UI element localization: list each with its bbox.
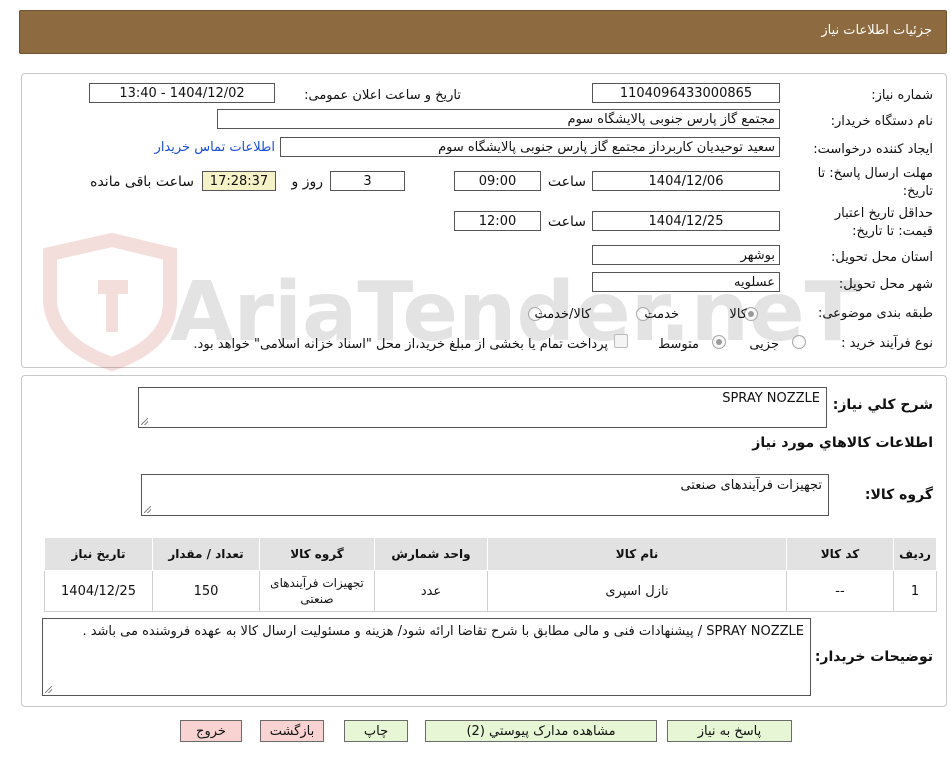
resize-grip-icon[interactable] <box>45 686 52 693</box>
time-remaining-field: 17:28:37 <box>202 171 276 191</box>
category-option-goods-service: کالا/خدمت <box>534 307 591 322</box>
cell-row-number: 1 <box>893 570 937 612</box>
back-button[interactable]: بازگشت <box>260 720 324 742</box>
col-quantity: تعداد / مقدار <box>152 537 260 571</box>
buyer-notes-label: توضيحات خريدار: <box>814 649 933 665</box>
print-button[interactable]: چاپ <box>344 720 408 742</box>
city-field: عسلویه <box>592 272 780 292</box>
col-row-number: رديف <box>893 537 937 571</box>
days-remaining-field: 3 <box>330 171 405 191</box>
time-remaining-label: ساعت باقی مانده <box>90 174 194 190</box>
category-option-service: خدمت <box>644 307 679 322</box>
reply-deadline-date: 1404/12/06 <box>592 171 780 191</box>
exit-button[interactable]: خروج <box>180 720 242 742</box>
process-radio-minor[interactable] <box>792 335 806 349</box>
reply-deadline-label-line1: مهلت ارسال پاسخ: تا <box>817 166 933 181</box>
col-goods-group: گروه کالا <box>259 537 375 571</box>
announce-datetime-field: 1404/12/02 - 13:40 <box>89 83 275 103</box>
requester-field: سعید توحیدیان کاربرداز مجتمع گاز پارس جن… <box>280 137 780 157</box>
price-validity-label-line1: حداقل تاریخ اعتبار <box>834 206 933 221</box>
process-option-minor: جزیی <box>749 337 779 352</box>
cell-item-name: نازل اسپری <box>487 570 787 612</box>
goods-table: رديف کد کالا نام کالا واحد شمارش گروه کا… <box>44 537 937 612</box>
price-validity-label: حداقل تاریخ اعتبار قیمت: تا تاریخ: <box>835 205 933 241</box>
resize-grip-icon[interactable] <box>141 418 148 425</box>
buyer-org-field: مجتمع گاز پارس جنوبی پالایشگاه سوم <box>217 109 780 129</box>
process-radio-medium[interactable] <box>712 335 726 349</box>
page-header: جزئیات اطلاعات نیاز <box>19 10 947 54</box>
price-validity-time: 12:00 <box>454 211 541 231</box>
buyer-notes-field[interactable]: SPRAY NOZZLE / پیشنهادات فنی و مالی مطاب… <box>42 618 811 696</box>
shield-icon <box>43 232 177 372</box>
reply-time-label: ساعت <box>547 174 586 190</box>
cell-quantity: 150 <box>152 570 260 612</box>
reply-deadline-label-line2: تاریخ: <box>902 184 933 199</box>
province-label: استان محل تحویل: <box>831 250 933 265</box>
need-number-label: شماره نیاز: <box>871 88 933 103</box>
col-unit: واحد شمارش <box>374 537 488 571</box>
contact-buyer-link[interactable]: اطلاعات تماس خریدار <box>155 140 275 155</box>
col-item-name: نام کالا <box>487 537 787 571</box>
need-number-field: 1104096433000865 <box>592 83 780 103</box>
cell-need-date: 1404/12/25 <box>44 570 153 612</box>
category-label: طبقه بندی موضوعی: <box>817 306 933 321</box>
cell-item-code: -- <box>786 570 894 612</box>
resize-grip-icon[interactable] <box>144 506 151 513</box>
general-desc-field[interactable]: SPRAY NOZZLE <box>138 387 827 428</box>
treasury-checkbox[interactable] <box>614 334 628 348</box>
announce-datetime-label: تاریخ و ساعت اعلان عمومی: <box>304 88 461 103</box>
general-desc-label: شرح کلي نياز: <box>832 397 933 413</box>
cell-unit: عدد <box>374 570 488 612</box>
process-type-label: نوع فرآیند خرید : <box>841 336 933 351</box>
category-option-goods: کالا <box>729 307 747 322</box>
attachments-button[interactable]: مشاهده مدارک پيوستي (2) <box>425 720 657 742</box>
province-field: بوشهر <box>592 245 780 265</box>
cell-goods-group: تجهیزات فرآیندهای صنعتی <box>259 570 375 612</box>
requester-label: ایجاد کننده درخواست: <box>813 142 933 157</box>
general-desc-text: SPRAY NOZZLE <box>722 391 820 406</box>
goods-group-text: تجهیزات فرآیندهای صنعتی <box>680 478 822 493</box>
col-item-code: کد کالا <box>786 537 894 571</box>
days-label: روز و <box>291 174 324 190</box>
goods-table-header-row: رديف کد کالا نام کالا واحد شمارش گروه کا… <box>44 537 937 571</box>
goods-group-label: گروه کالا: <box>864 487 933 503</box>
process-option-medium: متوسط <box>658 337 699 352</box>
reply-button[interactable]: پاسخ به نياز <box>667 720 792 742</box>
page-title: جزئیات اطلاعات نیاز <box>821 23 932 38</box>
reply-deadline-time: 09:00 <box>454 171 541 191</box>
price-validity-label-line2: قیمت: تا تاریخ: <box>852 224 933 239</box>
reply-deadline-label: مهلت ارسال پاسخ: تا تاریخ: <box>818 165 933 201</box>
goods-info-title: اطلاعات کالاهاي مورد نياز <box>752 435 933 451</box>
buyer-org-label: نام دستگاه خریدار: <box>830 114 933 129</box>
validity-time-label: ساعت <box>547 214 586 230</box>
table-row: 1 -- نازل اسپری عدد تجهیزات فرآیندهای صن… <box>44 570 937 612</box>
buyer-notes-text: SPRAY NOZZLE / پیشنهادات فنی و مالی مطاب… <box>82 624 804 639</box>
col-need-date: تاريخ نياز <box>44 537 153 571</box>
city-label: شهر محل تحویل: <box>838 277 933 292</box>
treasury-note: پرداخت تمام یا بخشی از مبلغ خرید،از محل … <box>193 337 608 352</box>
goods-group-field[interactable]: تجهیزات فرآیندهای صنعتی <box>141 474 829 516</box>
price-validity-date: 1404/12/25 <box>592 211 780 231</box>
